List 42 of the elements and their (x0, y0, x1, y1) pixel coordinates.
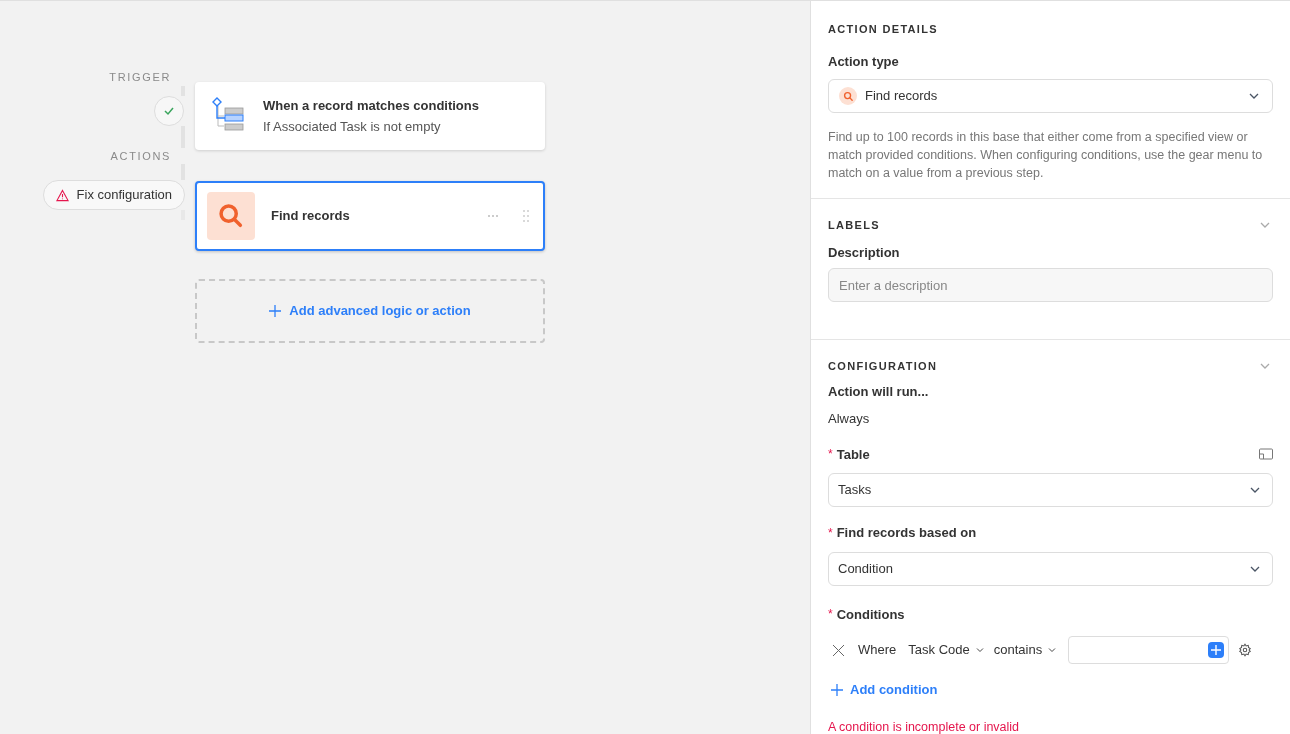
search-icon (839, 87, 857, 105)
required-asterisk: * (828, 446, 833, 463)
warning-icon (55, 188, 69, 202)
fix-configuration-button[interactable]: Fix configuration (42, 180, 185, 210)
where-label: Where (858, 641, 897, 660)
cast-icon[interactable] (1259, 448, 1273, 461)
condition-value-field[interactable] (1068, 636, 1230, 664)
insert-button[interactable] (1208, 642, 1225, 658)
error-message: A condition is incomplete or invalid (828, 718, 1021, 734)
select-dropdown[interactable]: Condition (828, 551, 1273, 586)
section-heading: ACTION DETAILS (828, 22, 939, 37)
section-heading: LABELS (828, 218, 880, 233)
drag-handle-icon[interactable] (523, 210, 529, 222)
trigger-title: When a record matches conditions (263, 96, 479, 115)
field-label: Action type (828, 52, 900, 71)
add-condition-link[interactable]: Add condition (831, 680, 938, 700)
operator-dropdown[interactable]: contains (993, 640, 1059, 660)
section-label: ACTIONS (110, 148, 171, 164)
plus-icon (269, 305, 282, 317)
run-condition-value: Always (828, 410, 871, 428)
close-icon[interactable] (833, 644, 844, 656)
section-label: TRIGGER (109, 70, 171, 85)
required-asterisk: * (828, 524, 833, 541)
settings-icon[interactable] (1238, 643, 1253, 657)
action-card[interactable]: Find records (195, 181, 545, 251)
required-asterisk: * (828, 606, 833, 623)
field-dropdown[interactable]: Task Code (908, 640, 986, 660)
trigger-card[interactable]: When a record matches conditions If Associated Task is not empty (195, 82, 545, 150)
field-label: Table (836, 445, 870, 464)
trigger-subtitle: If Associated Task is not empty (263, 118, 442, 136)
action-description: Find up to 100 records in this base that either come from a specified view or match provided conditions. When configuring conditions, use the gear menu to match on a value from a previous step. (828, 129, 1264, 182)
section-heading: CONFIGURATION (828, 359, 938, 374)
field-label: Conditions (836, 605, 905, 624)
select-dropdown[interactable]: Tasks (828, 473, 1273, 507)
field-label: Action will run... (828, 382, 930, 401)
field-label: Description (828, 243, 901, 262)
action-title: Find records (271, 207, 351, 226)
search-icon (207, 192, 255, 240)
plus-icon (831, 683, 843, 696)
field-label: Find records based on (836, 524, 977, 542)
action-type-dropdown[interactable]: Find records (828, 79, 1273, 113)
description-field[interactable]: Enter a description (828, 268, 1273, 302)
